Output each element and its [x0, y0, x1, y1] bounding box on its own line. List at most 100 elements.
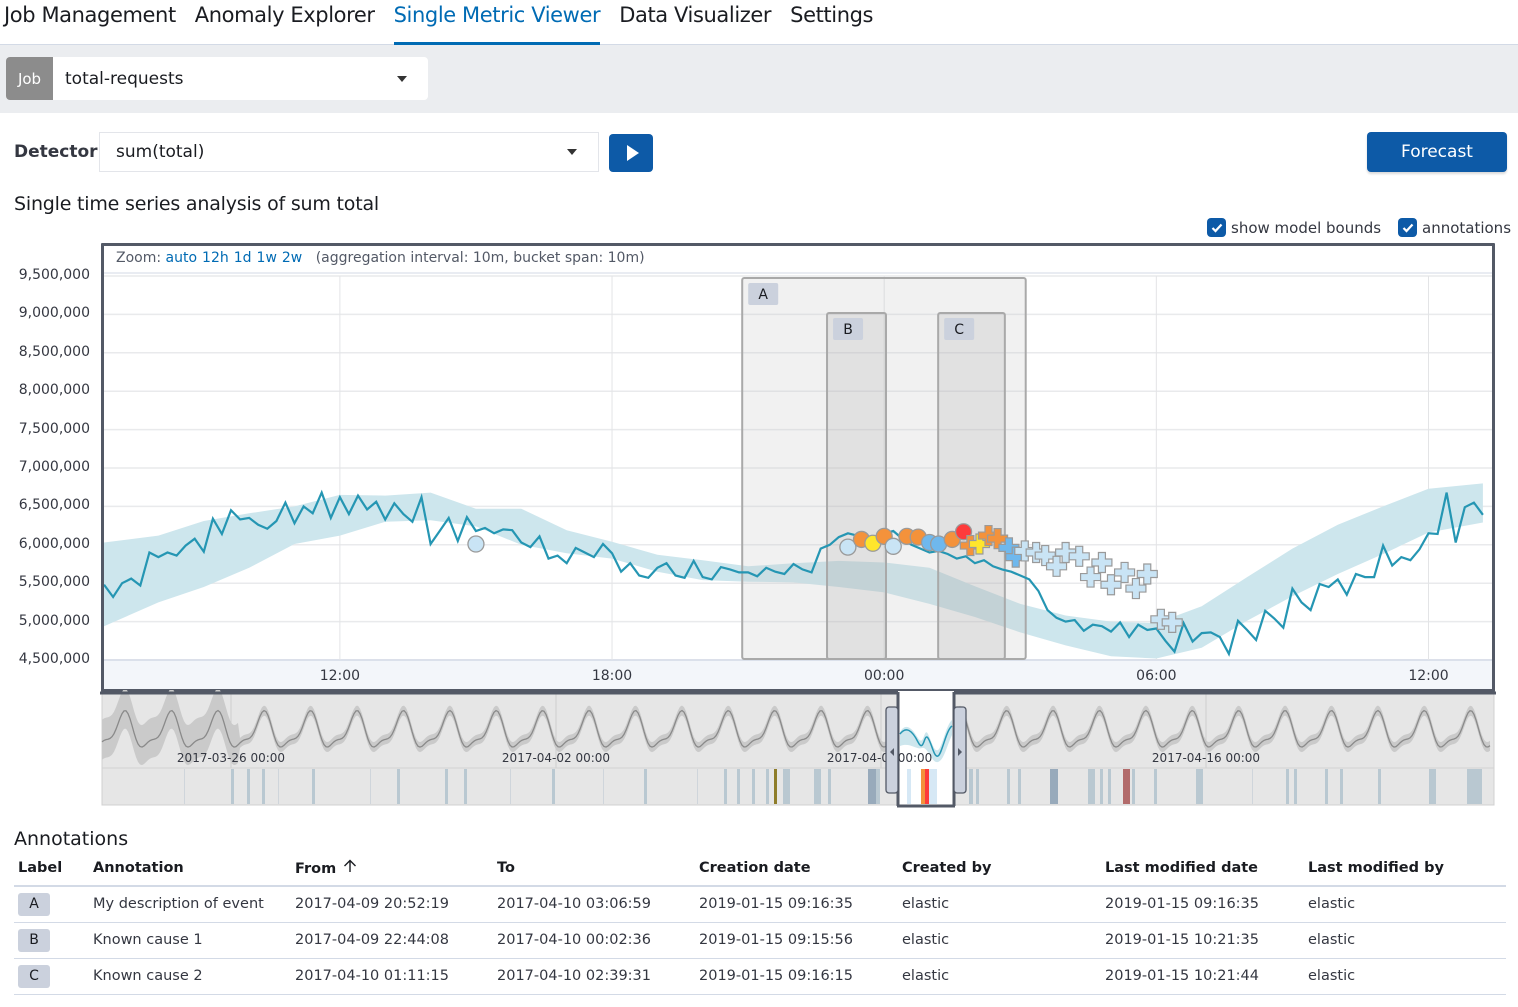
- swimlane-anomaly-bar: [814, 769, 821, 804]
- x-axis-band: [104, 660, 1492, 689]
- swimlane-anomaly-bar: [724, 769, 727, 804]
- annotation-modified-by: elastic: [1304, 958, 1506, 995]
- swimlane-anomaly-bar: [828, 769, 831, 804]
- table-row[interactable]: A My description of event 2017-04-09 20:…: [14, 886, 1506, 923]
- swimlane-anomaly-bar: [278, 769, 279, 804]
- annotation-modified: 2019-01-15 10:21:44: [1101, 958, 1304, 995]
- annotation-created-by: elastic: [898, 958, 1101, 995]
- swimlane-anomaly-bar: [868, 769, 876, 804]
- table-row[interactable]: C Known cause 2 2017-04-10 01:11:15 2017…: [14, 958, 1506, 995]
- y-tick-label: 9,000,000: [18, 305, 90, 322]
- job-value: total-requests: [65, 68, 184, 89]
- annotation-created: 2019-01-15 09:16:15: [695, 958, 898, 995]
- annotation-label-badge: C: [18, 964, 50, 988]
- swimlane-anomaly-bar: [1154, 769, 1157, 804]
- job-selector-bar: Job total-requests: [0, 45, 1518, 113]
- annotation-modified: 2019-01-15 10:21:35: [1101, 922, 1304, 959]
- forecast-anomaly-marker: [1136, 563, 1158, 585]
- swimlane-anomaly-bar: [1252, 769, 1253, 804]
- tab-anomaly-explorer[interactable]: Anomaly Explorer: [195, 0, 375, 45]
- chevron-down-icon: [397, 75, 407, 82]
- annotation-rect: [826, 312, 887, 660]
- context-chart[interactable]: 2017-03-26 00:00 2017-04-02 00:00 2017-04-…: [0, 690, 1518, 810]
- brush-range-label: 00:00: [898, 751, 933, 765]
- swimlane-anomaly-bar: [697, 769, 698, 804]
- tab-job-management[interactable]: Job Management: [4, 0, 176, 45]
- forecast-button[interactable]: Forecast: [1367, 132, 1507, 172]
- annotation-from: 2017-04-09 20:52:19: [291, 886, 493, 923]
- annotation-to: 2017-04-10 03:06:59: [493, 886, 695, 923]
- col-to[interactable]: To: [493, 850, 695, 887]
- annotation-text: Known cause 2: [89, 958, 291, 995]
- col-label[interactable]: Label: [14, 850, 89, 887]
- forecast-anomaly-marker: [1125, 577, 1147, 600]
- apply-button[interactable]: [609, 134, 653, 172]
- forecast-anomaly-marker: [1100, 574, 1122, 596]
- tab-settings[interactable]: Settings: [790, 0, 873, 45]
- swimlane-anomaly-bar: [1325, 769, 1328, 804]
- swimlane-anomaly-bar: [1132, 769, 1135, 804]
- swimlane-anomaly-bar: [925, 769, 929, 804]
- x-tick-label: 12:00: [1408, 668, 1448, 684]
- annotations-table: Label Annotation From To Creation date C…: [14, 850, 1506, 995]
- x-tick-label: 06:00: [1136, 668, 1176, 684]
- context-tick-label: 2017-04-02 00:00: [502, 751, 610, 765]
- annotation-modified-by: elastic: [1304, 922, 1506, 959]
- y-tick-label: 5,500,000: [18, 574, 90, 591]
- anomaly-marker: [884, 537, 902, 555]
- detector-select[interactable]: sum(total): [99, 132, 599, 172]
- y-tick-label: 9,500,000: [18, 267, 90, 283]
- y-tick-label: 7,000,000: [18, 459, 90, 475]
- annotation-modified: 2019-01-15 09:16:35: [1101, 886, 1304, 923]
- brush-handle-left[interactable]: [885, 706, 899, 794]
- swimlane-anomaly-bar: [783, 769, 790, 804]
- y-tick-label: 7,500,000: [18, 420, 90, 437]
- swimlane-anomaly-bar: [247, 769, 250, 804]
- annotation-to: 2017-04-10 00:02:36: [493, 922, 695, 959]
- tab-single-metric-viewer[interactable]: Single Metric Viewer: [393, 0, 601, 45]
- chevron-down-icon: [567, 149, 577, 155]
- brush-handle-right[interactable]: [953, 706, 967, 794]
- anomaly-marker: [467, 535, 485, 553]
- col-annotation[interactable]: Annotation: [89, 850, 291, 887]
- swimlane-anomaly-bar: [184, 769, 185, 804]
- show-model-bounds-checkbox[interactable]: show model bounds: [1207, 218, 1381, 237]
- show-model-bounds-label: show model bounds: [1231, 218, 1382, 237]
- table-row[interactable]: B Known cause 1 2017-04-09 22:44:08 2017…: [14, 922, 1506, 959]
- swimlane-anomaly-bar: [1050, 769, 1058, 804]
- forecast-anomaly-marker: [1079, 566, 1102, 588]
- swimlane-anomaly-bar: [907, 769, 911, 804]
- swimlane-anomaly-bar: [1088, 769, 1095, 804]
- swimlane-anomaly-bar: [445, 769, 448, 804]
- annotation-label-text: B: [843, 322, 853, 338]
- swimlane-anomaly-bar: [1100, 769, 1103, 804]
- annotation-to: 2017-04-10 02:39:31: [493, 958, 695, 995]
- x-tick-label: 18:00: [592, 668, 632, 684]
- col-created-by[interactable]: Created by: [898, 850, 1101, 887]
- annotation-rect: [937, 312, 1006, 660]
- focus-chart[interactable]: Zoom: auto 12h 1d 1w 2w (aggregation interva…: [101, 243, 1495, 692]
- annotation-c: C: [937, 312, 1006, 660]
- annotation-from: 2017-04-10 01:11:15: [291, 958, 493, 995]
- swimlane-anomaly-bar: [969, 769, 973, 804]
- swimlane-anomaly-bar: [737, 769, 740, 804]
- tab-data-visualizer[interactable]: Data Visualizer: [619, 0, 771, 45]
- swimlane-anomaly-bar: [1018, 769, 1021, 804]
- swimlane-anomaly-bar: [976, 769, 979, 804]
- col-last-modified-by[interactable]: Last modified by: [1304, 850, 1506, 887]
- job-selector[interactable]: Job total-requests: [6, 57, 428, 100]
- annotation-label-text: A: [758, 287, 768, 303]
- y-tick-label: 6,500,000: [18, 497, 90, 514]
- swimlane-anomaly-bar: [774, 769, 777, 804]
- col-creation-date[interactable]: Creation date: [695, 850, 898, 887]
- y-tick-label: 8,000,000: [18, 382, 90, 399]
- annotation-label-badge: B: [18, 928, 50, 952]
- col-last-modified-date[interactable]: Last modified date: [1101, 850, 1304, 887]
- swimlane-anomaly-bar: [464, 769, 467, 804]
- col-from[interactable]: From: [291, 850, 493, 887]
- annotations-checkbox[interactable]: annotations: [1398, 218, 1511, 237]
- swimlane-anomaly-bar: [1467, 769, 1482, 804]
- swimlane-anomaly-bar: [929, 769, 937, 804]
- sort-ascending-icon: [342, 859, 358, 877]
- job-label: Job: [6, 57, 53, 100]
